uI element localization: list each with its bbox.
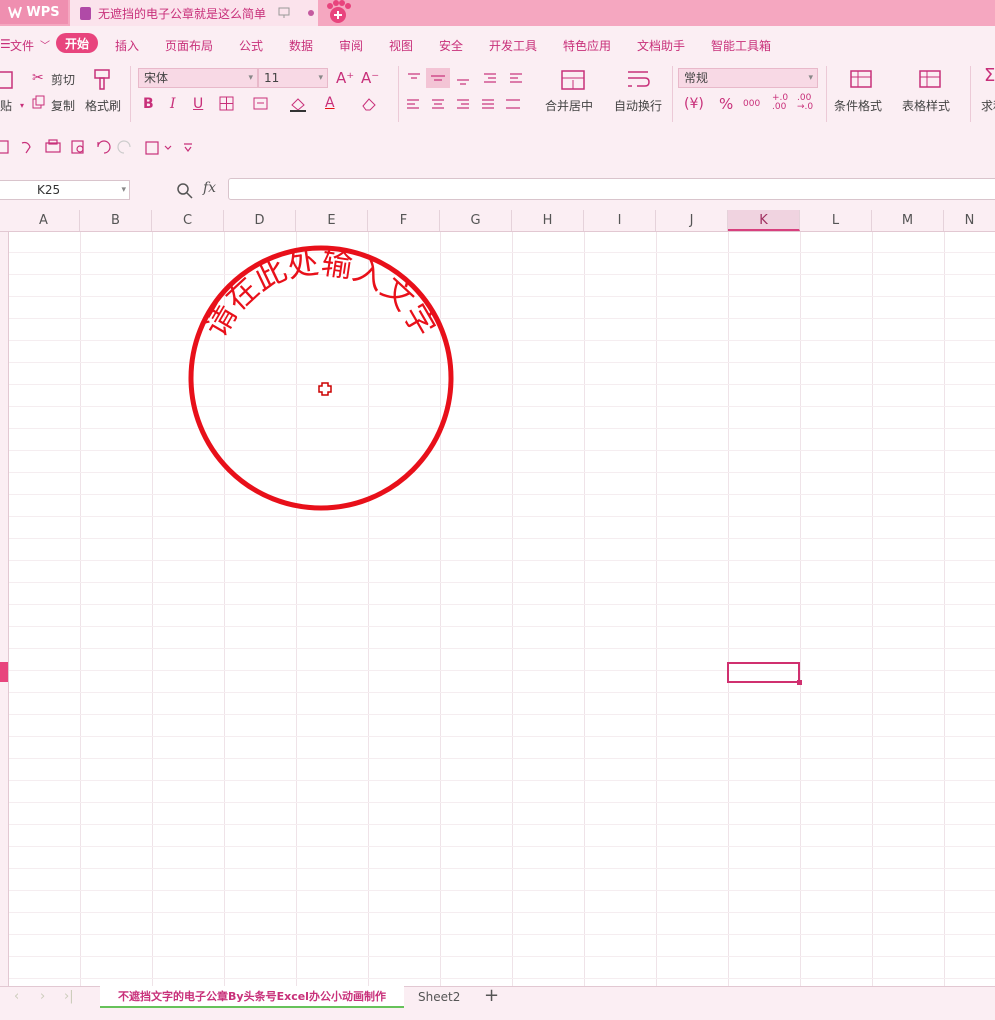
column-header-d[interactable]: D: [224, 210, 296, 231]
decrease-font-icon[interactable]: A⁻: [361, 70, 379, 86]
menu-file[interactable]: 文件: [10, 37, 34, 54]
worksheet-grid[interactable]: [9, 232, 995, 986]
sheet-tab-active[interactable]: 不遮挡文字的电子公章By头条号Excel办公小动画制作: [100, 986, 404, 1008]
fill-handle[interactable]: [797, 680, 802, 685]
menu-developer[interactable]: 开发工具: [489, 37, 537, 54]
decrease-decimal-button[interactable]: .00 →.0: [797, 94, 813, 112]
menu-view[interactable]: 视图: [389, 37, 413, 54]
menu-review[interactable]: 审阅: [339, 37, 363, 54]
menu-security[interactable]: 安全: [439, 37, 463, 54]
next-sheet-icon[interactable]: ›: [40, 989, 45, 1004]
menu-formula[interactable]: 公式: [239, 37, 263, 54]
menu-page-layout[interactable]: 页面布局: [165, 37, 213, 54]
column-header-l[interactable]: L: [800, 210, 872, 231]
monitor-icon[interactable]: [278, 7, 290, 19]
chevron-down-icon: ▾: [318, 73, 323, 83]
unsaved-dot-icon: [308, 10, 315, 16]
add-sheet-button[interactable]: +: [484, 985, 499, 1006]
wps-logo-text: WPS: [26, 4, 60, 20]
font-color-button[interactable]: A: [325, 95, 335, 111]
column-headers: A B C D E F G H I J K L M N: [0, 210, 995, 232]
copy-icon[interactable]: [32, 95, 46, 109]
sheet-tab-sheet2[interactable]: Sheet2: [418, 990, 460, 1004]
column-header-a[interactable]: A: [8, 210, 80, 231]
column-header-i[interactable]: I: [584, 210, 656, 231]
bold-button[interactable]: B: [143, 96, 154, 112]
new-tab-button[interactable]: [322, 0, 354, 24]
quick-access-toolbar: [0, 128, 995, 166]
percent-button[interactable]: %: [719, 96, 733, 112]
column-header-m[interactable]: M: [872, 210, 944, 231]
conditional-format-label[interactable]: 条件格式: [834, 97, 882, 114]
paste-icon[interactable]: [0, 68, 14, 90]
menu-data[interactable]: 数据: [289, 37, 313, 54]
wps-logo-icon: [8, 6, 23, 18]
format-painter-label[interactable]: 格式刷: [85, 97, 121, 114]
menu-start[interactable]: 开始: [56, 33, 98, 53]
chevron-down-icon: ▾: [121, 185, 126, 195]
chevron-down-icon[interactable]: ﹀: [40, 37, 50, 52]
increase-decimal-button[interactable]: +.0 .00: [772, 94, 788, 112]
merge-center-icon[interactable]: [560, 68, 586, 92]
active-row-marker: [0, 662, 8, 682]
column-header-k[interactable]: K: [728, 210, 800, 231]
row-headers[interactable]: [0, 232, 9, 986]
copy-label[interactable]: 复制: [51, 97, 75, 114]
wrap-text-icon[interactable]: [625, 68, 651, 92]
border-icon[interactable]: [219, 96, 235, 112]
table-style-icon[interactable]: [918, 68, 944, 92]
format-painter-icon[interactable]: [92, 68, 114, 92]
document-icon: [80, 6, 91, 20]
column-header-h[interactable]: H: [512, 210, 584, 231]
document-tab[interactable]: 无遮挡的电子公章就是这么简单: [70, 0, 318, 26]
chevron-down-icon: ▾: [808, 73, 813, 83]
menu-special-apps[interactable]: 特色应用: [563, 37, 611, 54]
fx-button[interactable]: fx: [203, 180, 216, 196]
last-sheet-icon[interactable]: ›|: [64, 989, 74, 1004]
name-box[interactable]: K25 ▾: [0, 180, 130, 200]
column-header-j[interactable]: J: [656, 210, 728, 231]
thousands-button[interactable]: 000: [743, 96, 760, 112]
ribbon: 贴 ▾ ✂ 剪切 复制 格式刷 宋体 ▾ 11 ▾ A⁺ A⁻ B I U A 合并: [0, 62, 995, 128]
first-sheet-icon[interactable]: ‹: [14, 989, 19, 1004]
menu-insert[interactable]: 插入: [115, 37, 139, 54]
font-name-select[interactable]: 宋体 ▾: [138, 68, 258, 88]
menu-doc-assistant[interactable]: 文档助手: [637, 37, 685, 54]
menu-bar: ☰ 文件 ﹀ 开始 插入 页面布局 公式 数据 审阅 视图 安全 开发工具 特色…: [0, 26, 995, 62]
currency-button[interactable]: (¥): [684, 96, 704, 112]
wrap-text-label[interactable]: 自动换行: [614, 97, 662, 114]
paste-label[interactable]: 贴: [0, 97, 12, 114]
column-header-g[interactable]: G: [440, 210, 512, 231]
italic-button[interactable]: I: [170, 96, 176, 112]
sum-label[interactable]: 求和: [981, 97, 995, 114]
column-header-e[interactable]: E: [296, 210, 368, 231]
eraser-icon[interactable]: [361, 96, 377, 112]
column-header-n[interactable]: N: [944, 210, 995, 231]
fill-color-icon[interactable]: [289, 96, 307, 112]
paw-plus-icon: [327, 0, 351, 23]
column-header-c[interactable]: C: [152, 210, 224, 231]
cut-label[interactable]: 剪切: [51, 71, 75, 88]
merge-center-label[interactable]: 合并居中: [545, 97, 593, 114]
column-header-b[interactable]: B: [80, 210, 152, 231]
scissors-icon[interactable]: ✂: [32, 70, 44, 86]
chevron-down-icon: ▾: [248, 73, 253, 83]
sum-icon[interactable]: Σ: [984, 67, 995, 85]
formula-input[interactable]: [228, 178, 995, 200]
cell-style-icon[interactable]: [253, 96, 269, 112]
wps-home-tab[interactable]: WPS: [0, 0, 68, 24]
quick-access-icons[interactable]: [0, 139, 200, 157]
conditional-format-icon[interactable]: [849, 68, 875, 92]
column-header-f[interactable]: F: [368, 210, 440, 231]
increase-font-icon[interactable]: A⁺: [336, 70, 354, 86]
underline-button[interactable]: U: [193, 96, 203, 112]
font-size-select[interactable]: 11 ▾: [258, 68, 328, 88]
menu-smart-toolbox[interactable]: 智能工具箱: [711, 37, 771, 54]
document-tab-title: 无遮挡的电子公章就是这么简单: [98, 6, 267, 21]
selected-cell-k25[interactable]: [727, 662, 800, 683]
table-style-label[interactable]: 表格样式: [902, 97, 950, 114]
zoom-search-icon[interactable]: [176, 182, 194, 200]
number-format-select[interactable]: 常规 ▾: [678, 68, 818, 88]
